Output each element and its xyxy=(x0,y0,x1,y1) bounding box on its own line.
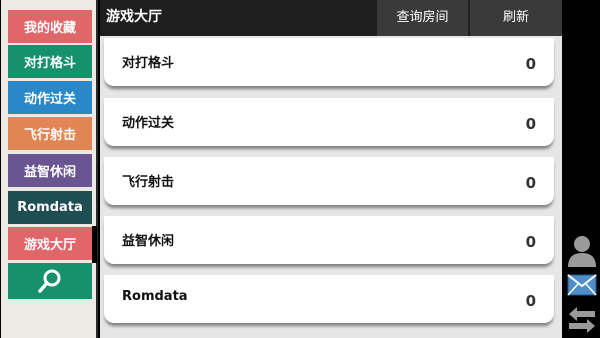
list-item[interactable]: 动作过关 0 xyxy=(104,98,554,146)
list-item-count: 0 xyxy=(525,55,536,73)
search-icon xyxy=(38,269,61,293)
list-item-count: 0 xyxy=(525,292,536,310)
list-item[interactable]: 益智休闲 0 xyxy=(104,216,554,264)
swap-arrows-icon[interactable] xyxy=(566,305,598,335)
sidebar-item-puzzle[interactable]: 益智休闲 xyxy=(8,154,92,187)
list-item[interactable]: 对打格斗 0 xyxy=(104,38,554,86)
lobby-panel: 游戏大厅 查询房间 刷新 对打格斗 0 动作过关 0 飞行射击 0 益智休闲 0… xyxy=(100,0,562,338)
active-indicator xyxy=(92,226,97,263)
sidebar-item-action[interactable]: 动作过关 xyxy=(8,81,92,114)
search-button[interactable] xyxy=(8,263,92,299)
list-item-count: 0 xyxy=(525,115,536,133)
list-item-name: 对打格斗 xyxy=(122,56,175,71)
query-room-button[interactable]: 查询房间 xyxy=(377,0,468,36)
list-item-count: 0 xyxy=(525,233,536,251)
user-icon[interactable] xyxy=(566,235,598,267)
list-item[interactable]: Romdata 0 xyxy=(104,275,554,323)
sidebar-item-romdata[interactable]: Romdata xyxy=(8,191,92,224)
page-title: 游戏大厅 xyxy=(106,9,162,25)
sidebar-item-game-lobby[interactable]: 游戏大厅 xyxy=(8,227,92,260)
category-sidebar: 我的收藏 对打格斗 动作过关 飞行射击 益智休闲 Romdata 游戏大厅 xyxy=(0,0,98,338)
sidebar-item-fighting[interactable]: 对打格斗 xyxy=(8,45,92,78)
list-item-name: Romdata xyxy=(122,289,188,304)
sidebar-item-favorites[interactable]: 我的收藏 xyxy=(8,10,92,43)
lobby-header: 游戏大厅 查询房间 刷新 xyxy=(100,0,562,36)
list-item-name: 飞行射击 xyxy=(122,175,175,190)
list-item[interactable]: 飞行射击 0 xyxy=(104,157,554,205)
list-item-count: 0 xyxy=(525,174,536,192)
list-item-name: 益智休闲 xyxy=(122,234,175,249)
list-item-name: 动作过关 xyxy=(122,116,175,131)
mail-icon[interactable] xyxy=(566,273,598,297)
refresh-button[interactable]: 刷新 xyxy=(470,0,562,36)
sidebar-item-shooting[interactable]: 飞行射击 xyxy=(8,117,92,150)
